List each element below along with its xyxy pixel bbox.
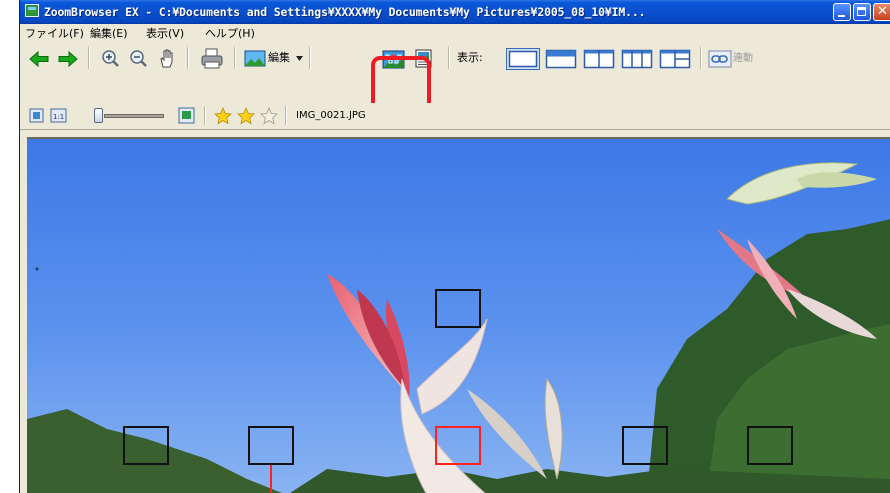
af-point — [747, 426, 793, 465]
menu-bar: ファイル(F) 編集(E) 表示(V) ヘルプ(H) — [20, 24, 890, 43]
back-arrow-icon[interactable] — [28, 50, 50, 68]
toolbar-separator — [234, 47, 236, 69]
toolbar-separator — [285, 106, 287, 125]
title-bar[interactable]: ZoomBrowser EX - C:¥Documents and Settin… — [20, 0, 890, 24]
zoom-out-icon[interactable] — [128, 49, 150, 69]
window-title: ZoomBrowser EX - C:¥Documents and Settin… — [44, 5, 646, 19]
app-window: ZoomBrowser EX - C:¥Documents and Settin… — [19, 0, 890, 493]
toolbar-separator — [700, 47, 702, 69]
link-icon[interactable] — [708, 48, 732, 70]
layout-three-columns-icon[interactable] — [620, 48, 654, 70]
layout-two-columns-icon[interactable] — [582, 48, 616, 70]
af-point — [435, 289, 481, 328]
layout-single-icon[interactable] — [506, 48, 540, 70]
menu-edit[interactable]: 編集(E) — [90, 26, 128, 41]
zoom-in-icon[interactable] — [100, 49, 122, 69]
display-label: 表示: — [457, 51, 483, 64]
zoom-slider-track[interactable] — [104, 114, 164, 118]
fit-to-window-icon[interactable] — [28, 107, 46, 125]
star-icon[interactable] — [214, 107, 232, 125]
toolbar-separator — [88, 47, 90, 69]
close-button[interactable]: ✕ — [873, 3, 890, 21]
edit-image-icon[interactable] — [244, 50, 266, 68]
svg-text:1:1: 1:1 — [53, 113, 64, 121]
callout-line — [270, 465, 272, 493]
app-icon[interactable] — [25, 4, 39, 17]
minimize-button[interactable] — [833, 3, 851, 21]
hand-icon[interactable] — [157, 47, 179, 69]
af-point — [622, 426, 668, 465]
af-point-active — [435, 426, 481, 465]
menu-view[interactable]: 表示(V) — [146, 26, 184, 41]
menu-help[interactable]: ヘルプ(H) — [205, 26, 255, 41]
image-properties-icon[interactable] — [178, 107, 196, 125]
minimize-icon — [838, 15, 845, 17]
layout-grid-icon[interactable] — [658, 48, 692, 70]
print-icon[interactable] — [200, 47, 226, 71]
toolbar-separator — [204, 106, 206, 125]
image-viewer[interactable] — [27, 137, 890, 493]
chevron-down-icon[interactable] — [296, 56, 304, 62]
toolbar-separator — [448, 47, 450, 69]
af-point — [248, 426, 294, 465]
close-icon: ✕ — [877, 4, 888, 19]
menu-file[interactable]: ファイル(F) — [25, 26, 84, 41]
star-outline-icon[interactable] — [260, 107, 278, 125]
filename-label: IMG_0021.JPG — [296, 110, 366, 121]
toolbar-separator — [187, 47, 189, 69]
maximize-icon — [857, 7, 866, 16]
zoom-slider-handle[interactable] — [94, 108, 103, 123]
maximize-button[interactable] — [853, 3, 871, 21]
link-label[interactable]: 連動 — [733, 52, 753, 66]
af-point — [123, 426, 169, 465]
layout-horizontal-split-icon[interactable] — [544, 48, 578, 70]
edit-label[interactable]: 編集 — [268, 51, 290, 65]
toolbar-separator — [309, 47, 311, 69]
main-toolbar: 編集 表示: 連動 — [20, 43, 890, 73]
forward-arrow-icon[interactable] — [57, 50, 79, 68]
actual-size-icon[interactable]: 1:1 — [50, 107, 68, 125]
star-icon[interactable] — [237, 107, 255, 125]
viewer-toolbar: 1:1 IMG_0021.JPG — [20, 103, 890, 130]
